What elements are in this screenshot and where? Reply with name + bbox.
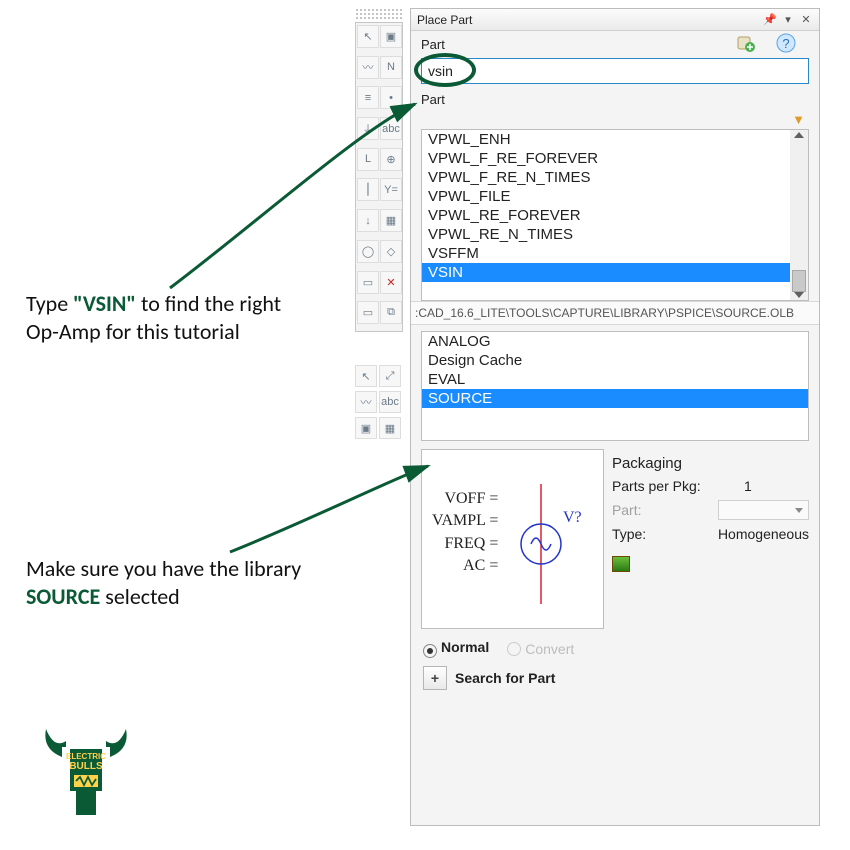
ellipse-tool-icon[interactable]: ◯ [357,240,379,263]
pin-icon[interactable]: 📌 [763,13,777,27]
sheet-tool-icon[interactable]: ▭ [357,271,379,294]
svg-text:ELECTRIC: ELECTRIC [66,752,106,761]
polyline-tool-icon[interactable]: ⎮ [357,178,379,201]
type-value: Homogeneous [718,526,809,542]
library-item[interactable]: ANALOG [422,332,808,351]
misc-tool-icon[interactable]: ◇ [380,240,402,263]
arrow-down-tool-icon[interactable]: ↓ [357,209,379,232]
preview-params: VOFF = VAMPL = FREQ = AC = [432,488,498,578]
parts-scrollbar[interactable] [790,130,808,300]
part-item[interactable]: VPWL_F_RE_FOREVER [422,149,808,168]
search-for-part-label: Search for Part [455,670,555,686]
part-listbox[interactable]: VPWL_ENHVPWL_F_RE_FOREVERVPWL_F_RE_N_TIM… [421,129,809,301]
electric-bulls-logo: ELECTRIC BULLS [36,719,136,832]
library-item[interactable]: SOURCE [422,389,808,408]
annotation-select-source: Make sure you have the library SOURCE se… [26,555,326,610]
delete-tool-icon[interactable]: ✕ [380,271,402,294]
type-label: Type: [612,526,712,542]
line-tool-icon[interactable]: L [357,148,379,171]
symbol-label: V? [563,509,581,526]
dropdown-icon[interactable]: ▾ [781,13,795,27]
wire-tool-icon[interactable]: 〰 [357,56,379,79]
part-item[interactable]: VSFFM [422,244,808,263]
toolbar-grip[interactable] [355,8,403,20]
panel-title-bar[interactable]: Place Part 📌 ▾ ✕ [411,9,819,31]
var-tool-icon[interactable]: Y= [380,178,402,201]
packaging-section: Packaging Parts per Pkg: 1 Part: Type: H… [612,449,809,629]
add-library-icon[interactable] [735,32,757,54]
library-listbox[interactable]: ANALOGDesign CacheEVALSOURCE [421,331,809,441]
library-path-bar: :CAD_16.6_LITE\TOOLS\CAPTURE\LIBRARY\PSP… [411,301,819,325]
bus-tool-icon[interactable]: ≡ [357,86,379,109]
svg-text:BULLS: BULLS [69,761,103,772]
text-tool-icon[interactable]: abc [380,117,402,140]
filter-icon[interactable]: ▼ [792,112,805,127]
chip-icon[interactable] [612,556,630,572]
scroll-down-icon[interactable] [794,292,804,298]
part-list-label: Part [411,86,819,109]
power-tool-icon[interactable]: ⏚ [357,117,379,140]
schematic-toolbar-lower: ↖ ⤢ 〰 abc ▣ ▦ [355,364,403,442]
svg-text:?: ? [782,36,789,51]
add-comp-tool-icon[interactable]: ▦ [380,209,402,232]
cursor2-tool-icon[interactable]: ↖ [355,365,377,387]
library-item[interactable]: Design Cache [422,351,808,370]
library-item[interactable]: EVAL [422,370,808,389]
part-dropdown-label: Part: [612,502,712,518]
expand-search-button[interactable]: + [423,666,447,690]
scroll-thumb[interactable] [792,270,806,292]
wirealt-tool-icon[interactable]: 〰 [355,391,377,413]
close-icon[interactable]: ✕ [799,13,813,27]
part-item[interactable]: VSIN [422,263,808,282]
vsin-symbol-icon: V? [511,484,581,594]
part-item[interactable]: VPWL_ENH [422,130,808,149]
copy-tool-icon[interactable]: ⧉ [380,301,402,324]
part-label: Part [421,31,451,54]
net-tool-icon[interactable]: N [380,56,402,79]
rect-tool-icon[interactable]: ▭ [357,301,379,324]
help-icon[interactable]: ? [775,32,797,54]
packaging-title: Packaging [612,455,809,472]
radio-convert: Convert [507,641,574,657]
part-item[interactable]: VPWL_F_RE_N_TIMES [422,168,808,187]
parts-per-pkg-value: 1 [744,478,752,494]
place-part-tool-icon[interactable]: ▣ [380,25,402,48]
text2-tool-icon[interactable]: abc [379,391,401,413]
part-search-value: vsin [428,63,453,79]
part-search-input[interactable]: vsin [421,58,809,84]
schematic-toolbar-upper: ↖ ▣ 〰 N ≡ • ⏚ abc L ⊕ ⎮ Y= ↓ ▦ ◯ ◇ ▭ ✕ ▭… [355,22,403,332]
cursor-tool-icon[interactable]: ↖ [357,25,379,48]
part-preview: VOFF = VAMPL = FREQ = AC = V? [421,449,604,629]
panel-title: Place Part [417,13,472,27]
zoom-tool-icon[interactable]: ⤢ [379,365,401,387]
annotation-type-vsin: Type "VSIN" to find the right Op-Amp for… [26,290,286,345]
part-dropdown[interactable] [718,500,809,520]
pin-tool-icon[interactable]: ⊕ [380,148,402,171]
radio-normal[interactable]: Normal [423,639,489,658]
part-item[interactable]: VPWL_RE_N_TIMES [422,225,808,244]
scroll-up-icon[interactable] [794,132,804,138]
block-tool-icon[interactable]: ▣ [355,417,377,439]
grid-tool-icon[interactable]: ▦ [379,417,401,439]
parts-per-pkg-label: Parts per Pkg: [612,478,712,494]
junction-tool-icon[interactable]: • [380,86,402,109]
part-item[interactable]: VPWL_FILE [422,187,808,206]
part-item[interactable]: VPWL_RE_FOREVER [422,206,808,225]
place-part-panel: Place Part 📌 ▾ ✕ Part ? vsin Part ▼ VPWL… [410,8,820,826]
